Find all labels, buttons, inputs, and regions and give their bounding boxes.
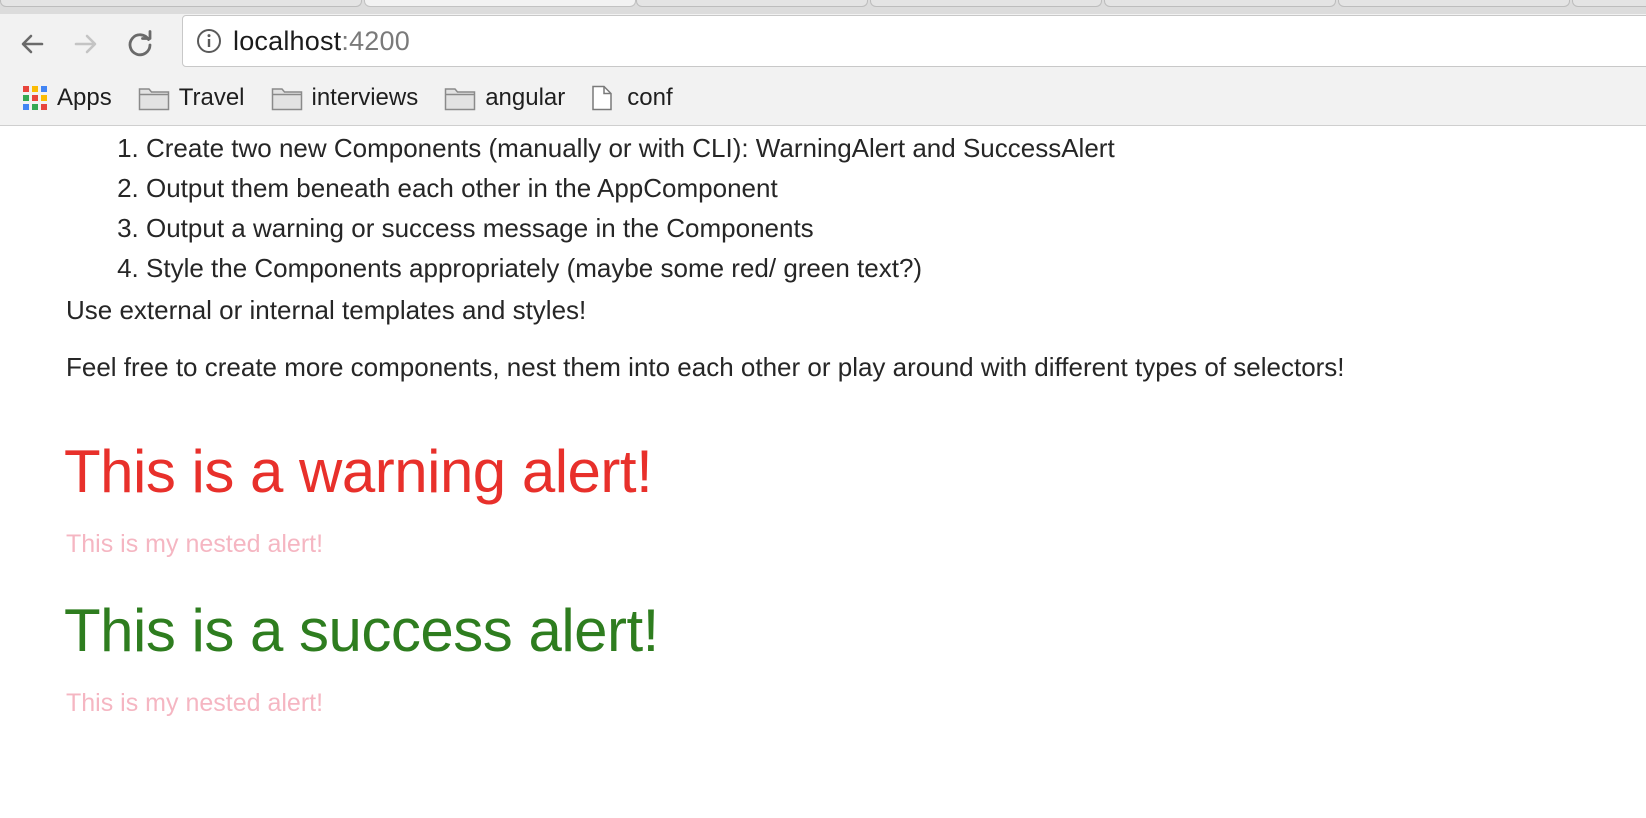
warning-alert-heading: This is a warning alert! (64, 438, 653, 505)
apps-grid-icon (22, 85, 48, 111)
task-item: Output them beneath each other in the Ap… (146, 168, 1115, 208)
browser-tab[interactable] (0, 0, 362, 7)
browser-toolbar: localhost:4200 (0, 14, 1646, 72)
task-item: Create two new Components (manually or w… (146, 128, 1115, 168)
bookmark-label: Apps (57, 84, 112, 111)
task-list: Create two new Components (manually or w… (66, 128, 1115, 288)
reload-icon (128, 30, 152, 57)
bookmark-label: conf (627, 84, 673, 111)
address-host: localhost (233, 25, 342, 56)
success-nested-alert: This is my nested alert! (66, 689, 324, 717)
bookmark-travel[interactable]: Travel (138, 80, 245, 116)
bookmark-label: Travel (178, 84, 245, 111)
folder-icon (138, 85, 170, 111)
tab-strip (0, 0, 1646, 14)
back-arrow-icon (21, 34, 44, 54)
address-port: :4200 (341, 25, 410, 56)
browser-tab-active[interactable] (364, 0, 636, 7)
bookmarks-bar: Apps Travel interviews angular conf (0, 76, 1646, 120)
bookmark-apps[interactable]: Apps (22, 80, 112, 116)
address-text[interactable]: localhost:4200 (233, 26, 410, 57)
components-note: Feel free to create more components, nes… (66, 352, 1345, 382)
folder-icon (271, 85, 303, 111)
forward-button[interactable] (68, 26, 104, 62)
browser-tab[interactable] (1572, 0, 1646, 7)
info-icon[interactable] (195, 27, 223, 55)
page-icon (591, 85, 613, 111)
warning-nested-alert: This is my nested alert! (66, 530, 324, 558)
success-alert-heading: This is a success alert! (64, 597, 659, 664)
bookmark-conf[interactable]: conf (591, 80, 673, 116)
bookmark-label: interviews (311, 84, 419, 111)
reload-button[interactable] (122, 26, 158, 62)
browser-tab[interactable] (1104, 0, 1336, 7)
folder-icon (444, 85, 476, 111)
back-button[interactable] (14, 26, 50, 62)
bookmark-angular[interactable]: angular (444, 80, 565, 116)
bookmark-label: angular (485, 84, 566, 111)
task-item: Output a warning or success message in t… (146, 208, 1115, 248)
forward-arrow-icon (74, 34, 97, 54)
browser-chrome: localhost:4200 Apps Travel interviews an… (0, 0, 1646, 126)
browser-tab[interactable] (636, 0, 868, 7)
browser-tab[interactable] (1338, 0, 1570, 7)
templates-note: Use external or internal templates and s… (66, 295, 587, 325)
task-item: Style the Components appropriately (mayb… (146, 248, 1115, 288)
address-bar[interactable]: localhost:4200 (182, 15, 1646, 67)
browser-tab[interactable] (870, 0, 1102, 7)
bookmark-interviews[interactable]: interviews (271, 80, 419, 116)
page-content: Create two new Components (manually or w… (0, 126, 1646, 818)
